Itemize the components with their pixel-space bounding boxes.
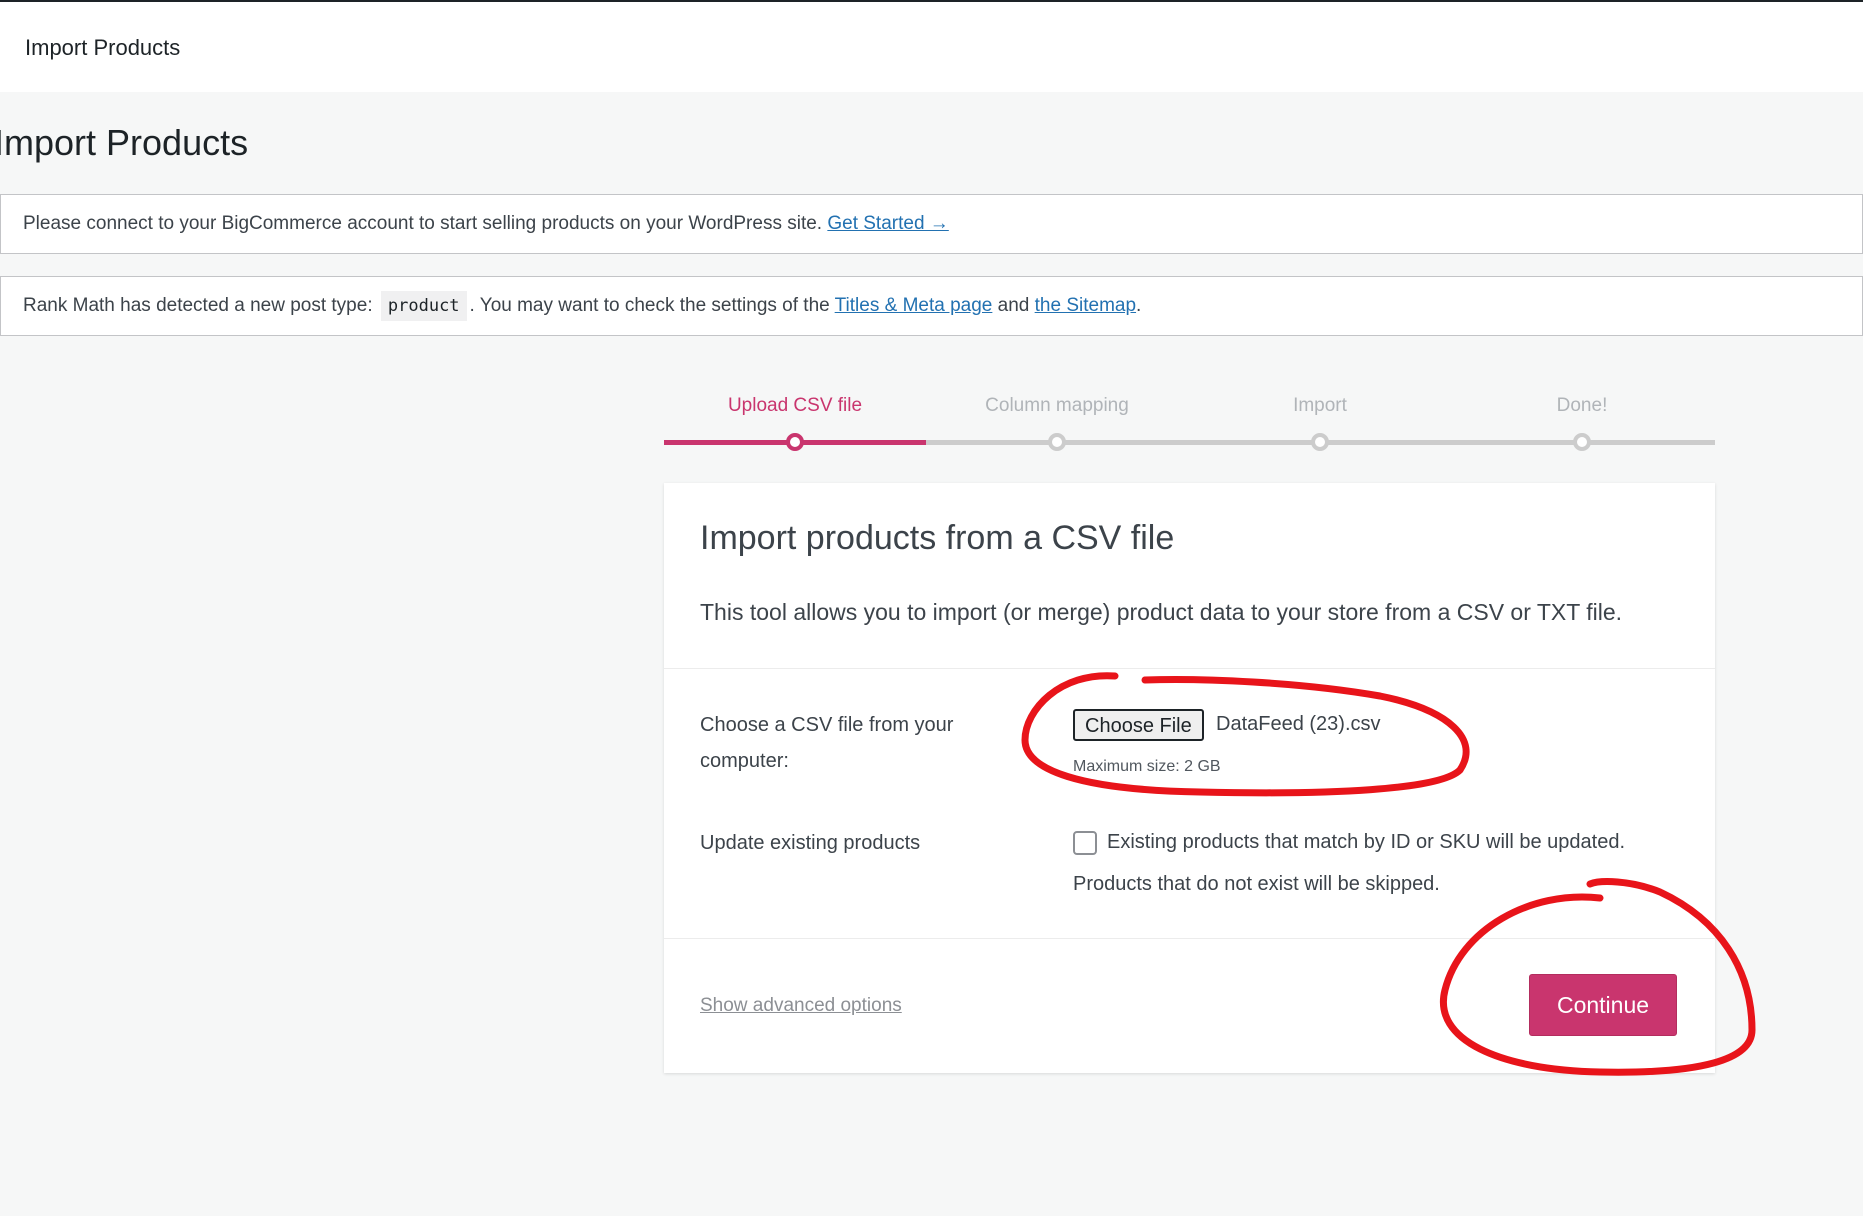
bigcommerce-notice-text: Please connect to your BigCommerce accou… <box>23 213 823 234</box>
step-done-dot <box>1573 433 1591 451</box>
rankmath-and-text: and <box>997 295 1030 316</box>
post-type-code: product <box>380 291 467 321</box>
step-import: Import <box>1293 395 1347 416</box>
update-existing-description-2: Products that do not exist will be skipp… <box>1073 873 1440 895</box>
file-field-label-line2: computer: <box>700 750 789 772</box>
step-upload-csv: Upload CSV file <box>727 395 863 416</box>
sitemap-link[interactable]: the Sitemap <box>1035 295 1136 316</box>
rankmath-notice-text: Rank Math has detected a new post type: <box>23 295 373 316</box>
card-header: Import products from a CSV file This too… <box>664 483 1715 669</box>
step-column-mapping-dot <box>1048 433 1066 451</box>
card-description: This tool allows you to import (or merge… <box>700 599 1623 625</box>
max-size-note: Maximum size: 2 GB <box>1073 758 1221 775</box>
import-steps: Upload CSV file Column mapping Import Do… <box>664 395 1715 455</box>
update-existing-checkbox[interactable] <box>1073 831 1097 855</box>
card-footer: Show advanced options Continue <box>664 938 1715 1073</box>
step-done: Done! <box>1556 395 1608 416</box>
card-title: Import products from a CSV file <box>700 519 1175 557</box>
get-started-link[interactable]: Get Started → <box>827 213 948 234</box>
selected-file-name: DataFeed (23).csv <box>1216 713 1381 735</box>
admin-header: Import Products <box>0 2 1863 92</box>
header-title: Import Products <box>25 35 181 60</box>
titles-meta-link[interactable]: Titles & Meta page <box>835 295 993 316</box>
file-field-label-line1: Choose a CSV file from your <box>700 714 954 736</box>
page-title: Import Products <box>0 122 249 163</box>
step-column-mapping: Column mapping <box>985 395 1129 416</box>
rankmath-end-text: . <box>1136 295 1142 316</box>
show-advanced-options-link[interactable]: Show advanced options <box>700 995 902 1017</box>
rankmath-notice-text-middle: . You may want to check the settings of … <box>469 295 830 316</box>
update-existing-description: Existing products that match by ID or SK… <box>1107 831 1626 853</box>
choose-file-button[interactable]: Choose File <box>1073 709 1204 741</box>
bigcommerce-notice: Please connect to your BigCommerce accou… <box>0 194 1863 254</box>
import-card: Import products from a CSV file This too… <box>664 483 1715 1073</box>
continue-button[interactable]: Continue <box>1529 974 1677 1036</box>
step-upload-dot <box>786 433 804 451</box>
file-field-label: Choose a CSV file from your computer: <box>700 707 953 779</box>
step-import-dot <box>1311 433 1329 451</box>
rankmath-notice: Rank Math has detected a new post type: … <box>0 276 1863 336</box>
update-existing-label: Update existing products <box>700 832 921 854</box>
